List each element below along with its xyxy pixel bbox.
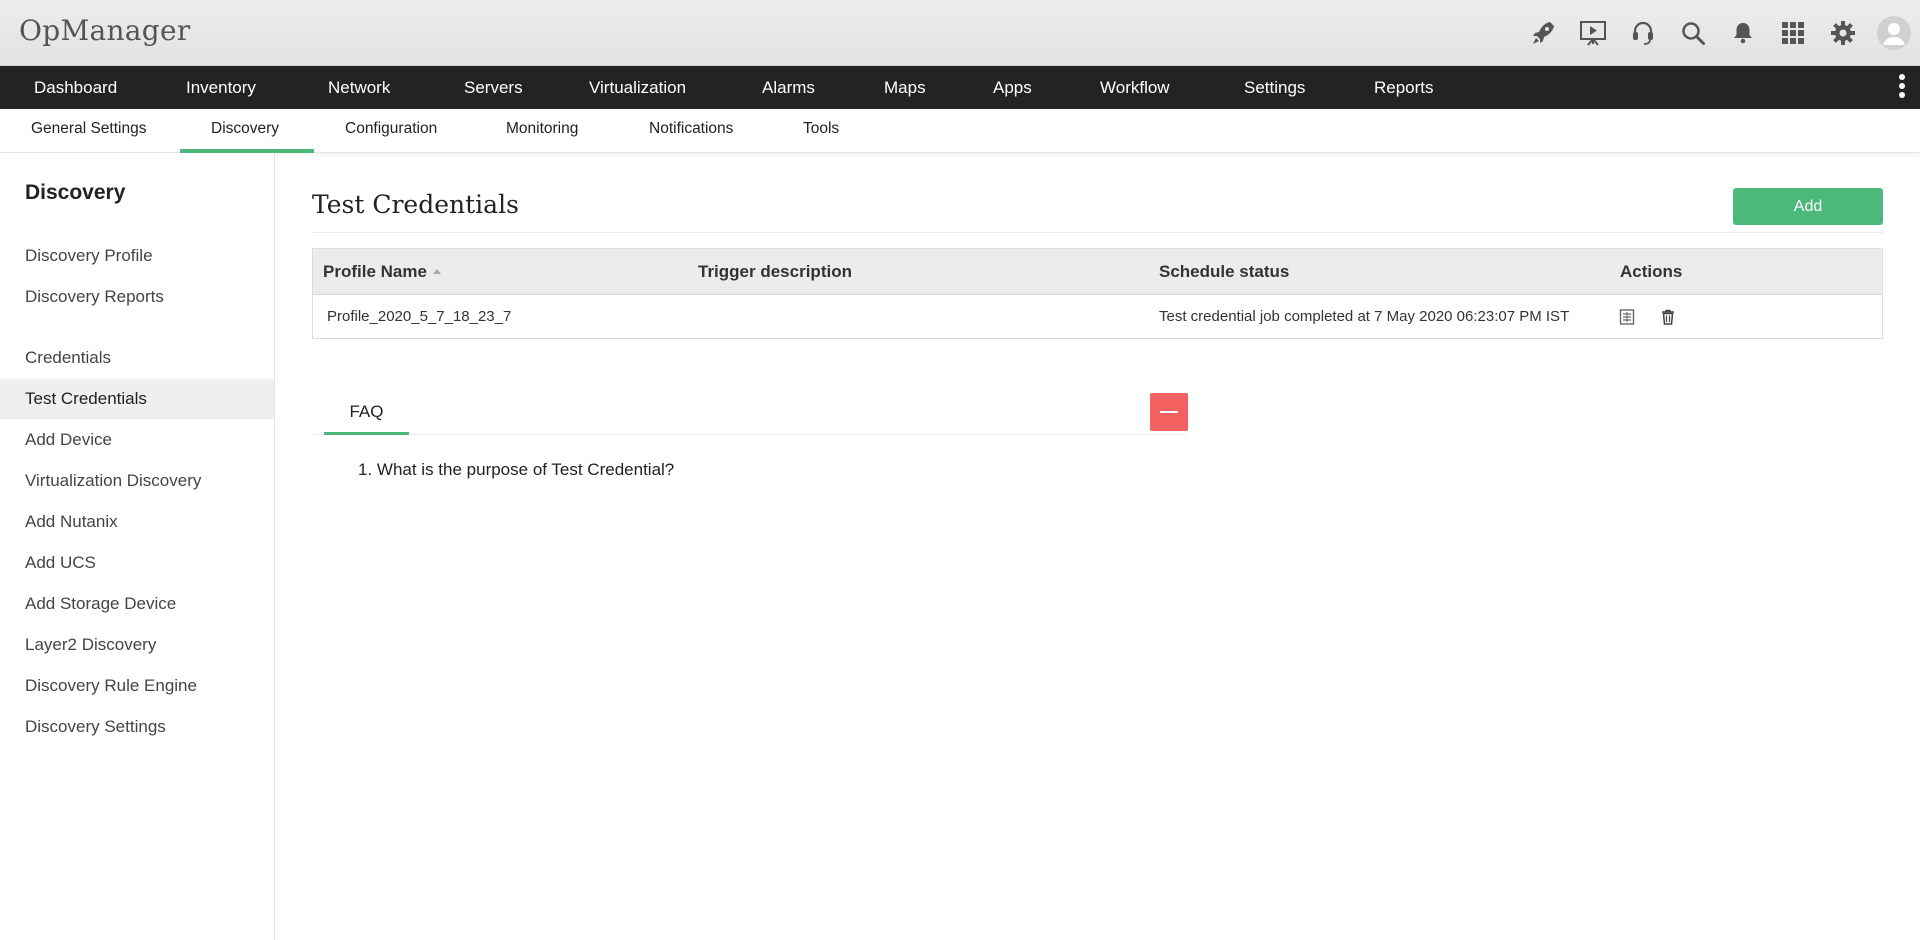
subnav-general-settings[interactable]: General Settings (31, 109, 146, 153)
nav-reports[interactable]: Reports (1374, 66, 1434, 109)
subnav-monitoring[interactable]: Monitoring (506, 109, 578, 153)
sidebar-item-layer2-discovery[interactable]: Layer2 Discovery (0, 625, 274, 665)
nav-servers[interactable]: Servers (464, 66, 523, 109)
sidebar-item-add-device[interactable]: Add Device (0, 420, 274, 460)
sub-nav: General Settings Discovery Configuration… (0, 109, 1920, 153)
subnav-notifications[interactable]: Notifications (649, 109, 733, 153)
app-logo[interactable]: OpManager (19, 14, 191, 47)
minus-icon (1160, 411, 1178, 413)
main-nav: Dashboard Inventory Network Servers Virt… (0, 66, 1920, 109)
column-header-profile-name[interactable]: Profile Name (323, 249, 441, 295)
sidebar-item-discovery-rule-engine[interactable]: Discovery Rule Engine (0, 666, 274, 706)
sidebar: Discovery Discovery Profile Discovery Re… (0, 153, 275, 940)
more-menu-icon[interactable] (1898, 74, 1906, 100)
collapse-faq-button[interactable] (1150, 393, 1188, 431)
table-header: Profile Name Trigger description Schedul… (313, 249, 1882, 295)
faq-divider (312, 434, 1187, 435)
presentation-icon[interactable] (1568, 0, 1618, 66)
apps-grid-icon[interactable] (1768, 0, 1818, 66)
add-button[interactable]: Add (1733, 188, 1883, 225)
faq-tab[interactable]: FAQ (324, 396, 409, 435)
cell-profile-name: Profile_2020_5_7_18_23_7 (327, 308, 512, 325)
subnav-tools[interactable]: Tools (803, 109, 839, 153)
sidebar-item-add-storage-device[interactable]: Add Storage Device (0, 584, 274, 624)
title-divider (312, 232, 1883, 233)
column-header-schedule-status: Schedule status (1159, 262, 1290, 281)
nav-settings[interactable]: Settings (1244, 66, 1305, 109)
headset-icon[interactable] (1618, 0, 1668, 66)
subnav-discovery[interactable]: Discovery (211, 109, 279, 153)
avatar-icon[interactable] (1868, 0, 1920, 66)
faq-question[interactable]: 1. What is the purpose of Test Credentia… (358, 460, 674, 480)
credentials-table: Profile Name Trigger description Schedul… (312, 248, 1883, 339)
sidebar-item-discovery-profile[interactable]: Discovery Profile (0, 236, 274, 276)
column-header-trigger-description: Trigger description (698, 262, 852, 281)
sidebar-item-add-ucs[interactable]: Add UCS (0, 543, 274, 583)
sidebar-item-discovery-reports[interactable]: Discovery Reports (0, 277, 274, 317)
table-row: Profile_2020_5_7_18_23_7 Test credential… (313, 295, 1882, 339)
nav-workflow[interactable]: Workflow (1100, 66, 1170, 109)
sidebar-item-discovery-settings[interactable]: Discovery Settings (0, 707, 274, 747)
nav-alarms[interactable]: Alarms (762, 66, 815, 109)
page-title: Test Credentials (312, 190, 519, 219)
sort-icon[interactable] (432, 269, 441, 275)
nav-apps[interactable]: Apps (993, 66, 1032, 109)
nav-maps[interactable]: Maps (884, 66, 926, 109)
nav-inventory[interactable]: Inventory (186, 66, 256, 109)
sidebar-item-test-credentials[interactable]: Test Credentials (0, 379, 274, 419)
sidebar-item-add-nutanix[interactable]: Add Nutanix (0, 502, 274, 542)
subnav-configuration[interactable]: Configuration (345, 109, 437, 153)
sidebar-heading: Discovery (25, 181, 126, 204)
sidebar-item-virtualization-discovery[interactable]: Virtualization Discovery (0, 461, 274, 501)
bell-icon[interactable] (1718, 0, 1768, 66)
header-icons (1518, 0, 1920, 66)
top-header: OpManager (0, 0, 1920, 66)
report-icon[interactable] (1618, 308, 1636, 326)
nav-network[interactable]: Network (328, 66, 390, 109)
cell-schedule-status: Test credential job completed at 7 May 2… (1159, 308, 1570, 325)
rocket-icon[interactable] (1518, 0, 1568, 66)
search-icon[interactable] (1668, 0, 1718, 66)
gear-icon[interactable] (1818, 0, 1868, 66)
trash-icon[interactable] (1659, 308, 1677, 326)
column-header-actions: Actions (1620, 262, 1683, 281)
nav-dashboard[interactable]: Dashboard (34, 66, 117, 109)
sidebar-item-credentials[interactable]: Credentials (0, 338, 274, 378)
nav-virtualization[interactable]: Virtualization (589, 66, 686, 109)
